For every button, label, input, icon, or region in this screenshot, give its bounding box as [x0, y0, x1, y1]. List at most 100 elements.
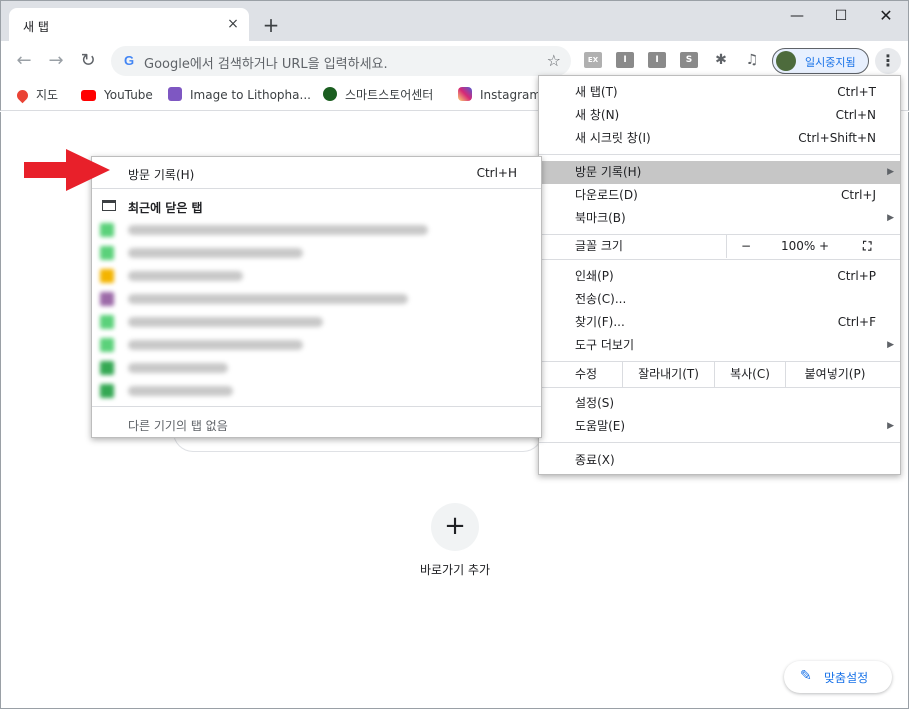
new-tab-button[interactable]: +	[261, 15, 281, 35]
bookmark-star-icon[interactable]: ☆	[547, 51, 561, 70]
omnibox[interactable]: G Google에서 검색하거나 URL을 입력하세요. ☆	[111, 46, 571, 76]
menu-downloads[interactable]: 다운로드(D) Ctrl+J	[539, 184, 900, 207]
menu-print[interactable]: 인쇄(P) Ctrl+P	[539, 265, 900, 288]
youtube-icon	[81, 90, 96, 101]
history-item[interactable]	[100, 313, 520, 331]
menu-kebab-icon[interactable]: ⋮	[875, 48, 901, 74]
zoom-label: 글꼴 크기	[575, 239, 623, 253]
menu-label: 북마크(B)	[575, 211, 626, 225]
bookmark-lithophane[interactable]: Image to Lithopha...	[168, 85, 311, 105]
extension-i2-icon[interactable]: I	[648, 52, 666, 68]
favicon-icon	[100, 223, 114, 237]
menu-shortcut: Ctrl+N	[835, 108, 876, 122]
menu-divider	[539, 259, 900, 260]
history-item[interactable]	[100, 359, 520, 377]
menu-label: 전송(C)...	[575, 292, 627, 306]
media-control-icon[interactable]: ♫	[743, 52, 761, 68]
menu-label: 종료(X)	[575, 453, 615, 467]
maximize-icon[interactable]: ☐	[831, 7, 851, 27]
menu-bookmarks[interactable]: 북마크(B) ▶	[539, 207, 900, 230]
tab-new-tab[interactable]: 새 탭 ×	[9, 8, 249, 42]
menu-settings[interactable]: 설정(S)	[539, 392, 900, 415]
minimize-icon[interactable]: —	[787, 7, 807, 27]
submenu-divider	[92, 406, 541, 407]
tab-title: 새 탭	[23, 20, 49, 34]
favicon-icon	[100, 269, 114, 283]
history-item[interactable]	[100, 336, 520, 354]
fullscreen-icon[interactable]: ⛶	[863, 235, 871, 258]
submenu-divider	[92, 188, 541, 189]
bookmark-label: 스마트스토어센터	[345, 88, 434, 102]
menu-edit-row: 수정 잘라내기(T) 복사(C) 붙여넣기(P)	[539, 362, 900, 387]
menu-cast[interactable]: 전송(C)...	[539, 288, 900, 311]
window-close-icon[interactable]: ✕	[876, 7, 896, 27]
tab-close-icon[interactable]: ×	[225, 16, 241, 32]
favicon-icon	[100, 292, 114, 306]
menu-exit[interactable]: 종료(X)	[539, 449, 900, 472]
paste-button[interactable]: 붙여넣기(P)	[785, 362, 884, 387]
puzzle-icon[interactable]: ✱	[712, 52, 730, 68]
blurred-title	[128, 386, 233, 396]
favicon-icon	[100, 361, 114, 375]
back-icon[interactable]: ←	[14, 51, 34, 71]
menu-divider	[539, 387, 900, 388]
forward-icon[interactable]: →	[46, 51, 66, 71]
extension-i-icon[interactable]: I	[616, 52, 634, 68]
extension-s-icon[interactable]: S	[680, 52, 698, 68]
menu-incognito[interactable]: 새 시크릿 창(I) Ctrl+Shift+N	[539, 127, 900, 150]
edit-label: 수정	[575, 367, 598, 381]
customize-button[interactable]: ✎ 맞춤설정	[784, 661, 892, 693]
extension-ex-icon[interactable]: EX	[584, 52, 602, 68]
history-item[interactable]	[100, 382, 520, 400]
bookmark-instagram[interactable]: Instagram	[458, 85, 541, 105]
history-item[interactable]	[100, 221, 520, 239]
favicon-icon	[100, 338, 114, 352]
menu-shortcut: Ctrl+T	[837, 85, 876, 99]
pencil-icon: ✎	[800, 668, 812, 684]
menu-help[interactable]: 도움말(E) ▶	[539, 415, 900, 438]
menu-history[interactable]: 방문 기록(H) ▶	[539, 161, 900, 184]
history-header-shortcut: Ctrl+H	[476, 166, 517, 180]
menu-label: 다운로드(D)	[575, 188, 638, 202]
zoom-in-button[interactable]: +	[819, 235, 829, 258]
profile-label: 일시중지됨	[805, 56, 856, 69]
history-item[interactable]	[100, 267, 520, 285]
recently-closed-label: 최근에 닫은 탭	[128, 201, 203, 215]
menu-divider	[539, 154, 900, 155]
bookmark-youtube[interactable]: YouTube	[81, 85, 153, 105]
menu-new-window[interactable]: 새 창(N) Ctrl+N	[539, 104, 900, 127]
menu-label: 도움말(E)	[575, 419, 626, 433]
menu-label: 인쇄(P)	[575, 269, 614, 283]
copy-button[interactable]: 복사(C)	[714, 362, 785, 387]
omnibox-placeholder: Google에서 검색하거나 URL을 입력하세요.	[144, 57, 388, 72]
blurred-title	[128, 248, 303, 258]
red-arrow-shape	[24, 149, 110, 191]
reload-icon[interactable]: ↻	[78, 51, 98, 71]
blurred-title	[128, 363, 228, 373]
chrome-main-menu: 새 탭(T) Ctrl+T 새 창(N) Ctrl+N 새 시크릿 창(I) Ctrl…	[538, 75, 901, 475]
submenu-arrow-icon: ▶	[887, 167, 894, 177]
bookmark-smartstore[interactable]: 스마트스토어센터	[323, 85, 433, 105]
window-icon	[102, 200, 116, 211]
menu-label: 설정(S)	[575, 396, 615, 410]
zoom-controls: − 100% + ⛶	[726, 235, 900, 258]
bookmark-label: Image to Lithopha...	[190, 88, 311, 102]
history-item[interactable]	[100, 244, 520, 262]
cut-button[interactable]: 잘라내기(T)	[622, 362, 714, 387]
bookmark-label: 지도	[36, 88, 59, 102]
history-item[interactable]	[100, 290, 520, 308]
bookmark-maps[interactable]: 지도	[14, 85, 59, 105]
maps-pin-icon	[14, 87, 31, 104]
zoom-out-button[interactable]: −	[741, 235, 751, 258]
history-submenu: 방문 기록(H) Ctrl+H 최근에 닫은 탭 다른 기기의 탭 없음	[91, 156, 542, 438]
menu-more-tools[interactable]: 도구 더보기 ▶	[539, 334, 900, 357]
menu-find[interactable]: 찾기(F)... Ctrl+F	[539, 311, 900, 334]
menu-new-tab[interactable]: 새 탭(T) Ctrl+T	[539, 81, 900, 104]
add-shortcut-button[interactable]: +	[431, 503, 479, 551]
menu-shortcut: Ctrl+J	[841, 188, 876, 202]
customize-label: 맞춤설정	[824, 671, 869, 685]
menu-label: 새 시크릿 창(I)	[575, 131, 651, 145]
submenu-arrow-icon: ▶	[887, 421, 894, 431]
blurred-title	[128, 271, 243, 281]
profile-button[interactable]: 일시중지됨	[772, 48, 869, 74]
